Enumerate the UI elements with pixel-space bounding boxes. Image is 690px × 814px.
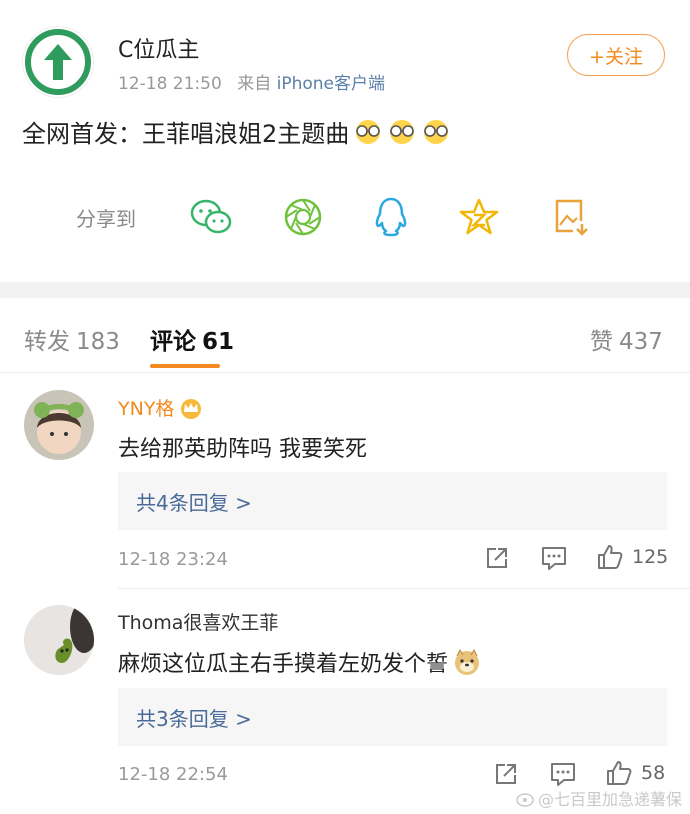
weibo-logo-icon — [516, 793, 534, 807]
qq-icon[interactable] — [368, 194, 414, 240]
share-icon — [496, 764, 516, 784]
comment-avatar[interactable] — [24, 605, 94, 675]
author-avatar[interactable] — [22, 26, 94, 98]
share-label: 分享到 — [76, 207, 136, 231]
comment-time: 12-18 22:54 — [118, 764, 228, 785]
tab-comments-label: 评论 — [150, 329, 196, 355]
active-tab-indicator — [150, 364, 220, 368]
section-divider — [0, 282, 690, 298]
comment-author[interactable]: YNY格 — [118, 394, 204, 421]
tab-likes[interactable]: 赞 437 — [590, 322, 663, 356]
facepalm-emoji-icon — [356, 119, 381, 144]
author-name[interactable]: C位瓜主 — [118, 32, 199, 64]
comment-text: 去给那英助阵吗 我要笑死 — [118, 437, 367, 462]
tab-reposts-count: 183 — [76, 329, 120, 355]
like-count: 125 — [632, 546, 669, 568]
watermark-text: @七百里加急递薯保 — [537, 790, 682, 809]
view-replies-button[interactable]: 共3条回复 > — [118, 688, 667, 746]
comment-icon — [542, 547, 566, 570]
comment-time: 12-18 23:24 — [118, 549, 228, 570]
save-image-icon[interactable] — [548, 194, 594, 240]
share-icon — [487, 548, 507, 568]
wechat-icon[interactable] — [188, 194, 234, 240]
up-arrow-logo-icon — [25, 29, 91, 95]
comment-author-name: YNY格 — [118, 398, 175, 420]
post-meta: 12-18 21:50 来自 iPhone客户端 — [118, 69, 385, 94]
source-device[interactable]: iPhone客户端 — [277, 74, 385, 94]
like-button[interactable]: 58 — [605, 759, 665, 787]
source-prefix: 来自 — [237, 74, 272, 94]
comment-author-name[interactable]: Thoma很喜欢王菲 — [118, 608, 278, 635]
comment-text-content: 麻烦这位瓜主右手摸着左奶发个誓 — [118, 652, 449, 677]
like-button[interactable]: 125 — [596, 543, 668, 571]
thumbs-up-icon — [598, 545, 623, 569]
view-replies-button[interactable]: 共4条回复 > — [118, 472, 667, 530]
repost-comment-button[interactable] — [484, 545, 510, 571]
comment-divider — [118, 588, 690, 589]
moments-icon[interactable] — [280, 194, 326, 240]
like-count: 58 — [641, 762, 666, 784]
doge-emoji-icon — [455, 648, 480, 675]
tab-reposts[interactable]: 转发 183 — [24, 322, 120, 356]
post-text: 全网首发：王菲唱浪姐2主题曲 — [22, 114, 451, 149]
crown-badge-icon — [181, 398, 202, 419]
repost-comment-button[interactable] — [493, 761, 519, 787]
comment-text: 麻烦这位瓜主右手摸着左奶发个誓 — [118, 646, 482, 678]
facepalm-emoji-icon — [390, 119, 415, 144]
tab-comments[interactable]: 评论 61 — [150, 322, 234, 356]
facepalm-emoji-icon — [424, 119, 449, 144]
tab-reposts-label: 转发 — [24, 329, 70, 355]
tabs-divider — [0, 372, 690, 373]
tab-comments-count: 61 — [202, 329, 235, 355]
reply-button[interactable] — [549, 761, 577, 787]
tab-likes-label: 赞 — [590, 329, 613, 355]
post-text-content: 全网首发：王菲唱浪姐2主题曲 — [22, 120, 350, 148]
comment-icon — [551, 763, 575, 786]
follow-button[interactable]: +关注 — [567, 34, 665, 76]
comment-avatar[interactable] — [24, 390, 94, 460]
thumbs-up-icon — [607, 761, 632, 785]
post-time: 12-18 21:50 — [118, 74, 222, 94]
watermark: @七百里加急递薯保 — [516, 786, 682, 810]
reply-button[interactable] — [540, 545, 568, 571]
qzone-icon[interactable] — [456, 194, 502, 240]
tab-likes-count: 437 — [619, 329, 663, 355]
